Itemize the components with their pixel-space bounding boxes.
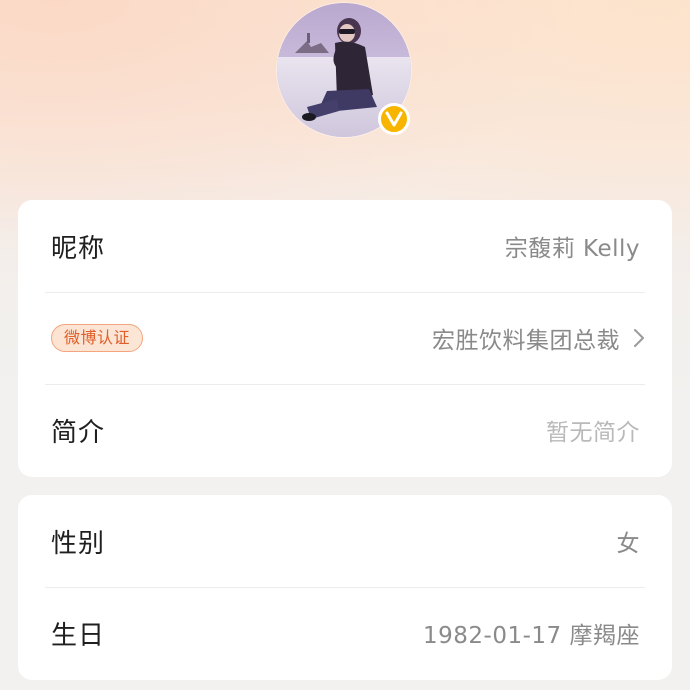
birthday-value: 1982-01-17 摩羯座 [423,623,640,649]
verification-row[interactable]: 微博认证 宏胜饮料集团总裁 [18,292,672,384]
chevron-right-icon [632,326,646,350]
gender-row[interactable]: 性别 女 [18,495,672,587]
nickname-label: 昵称 [51,233,106,264]
nickname-value: 宗馥莉 Kelly [504,236,640,262]
bio-label: 简介 [51,417,106,448]
gender-label: 性别 [51,528,106,559]
birthday-label: 生日 [51,620,106,651]
verified-v-icon [385,111,403,127]
nickname-row[interactable]: 昵称 宗馥莉 Kelly [18,200,672,292]
verified-badge [378,103,410,135]
avatar-container[interactable] [277,3,411,137]
birthday-row[interactable]: 生日 1982-01-17 摩羯座 [18,587,672,679]
bio-value: 暂无简介 [546,420,640,446]
personal-info-card: 性别 女 生日 1982-01-17 摩羯座 [18,495,672,680]
gender-value: 女 [616,531,640,557]
verification-value: 宏胜饮料集团总裁 [432,328,620,354]
bio-row[interactable]: 简介 暂无简介 [18,384,672,476]
weibo-verification-badge: 微博认证 [51,324,144,352]
basic-info-card: 昵称 宗馥莉 Kelly 微博认证 宏胜饮料集团总裁 简介 暂无简介 [18,200,672,477]
